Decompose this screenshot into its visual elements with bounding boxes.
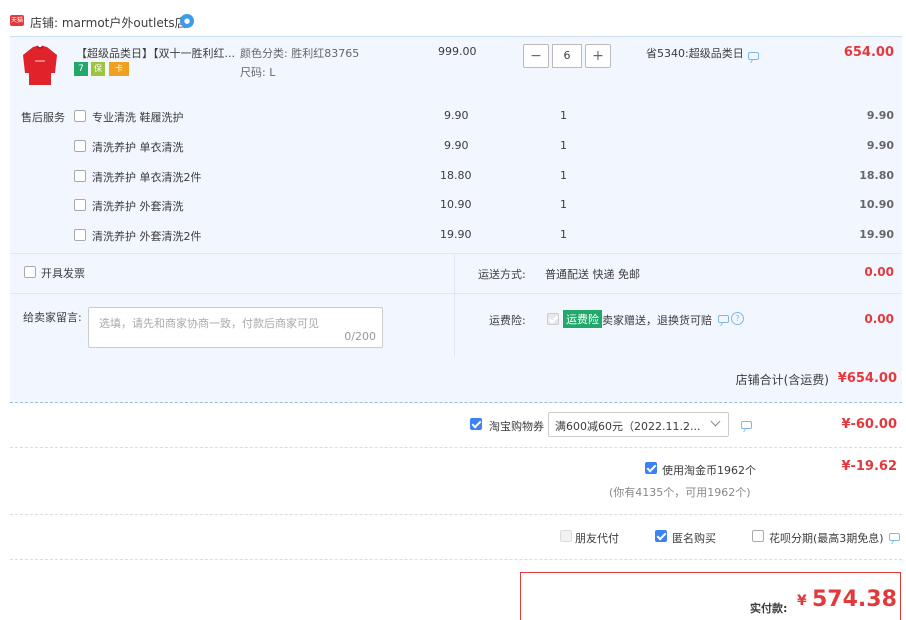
chat-icon[interactable] (748, 52, 759, 60)
message-counter: 0/200 (344, 330, 376, 343)
insurance-badge: 运费险 (563, 310, 602, 328)
service-qty: 1 (560, 198, 567, 211)
shipping-label: 运送方式: (478, 268, 526, 281)
quantity-stepper[interactable]: − 6 + (523, 44, 611, 68)
service-name: 清洗养护 单衣清洗2件 (92, 171, 202, 184)
coins-checkbox[interactable] (645, 462, 657, 474)
service-total: 19.90 (859, 228, 894, 241)
service-row: 清洗养护 外套清洗2件 19.90 1 19.90 (10, 228, 902, 244)
service-checkbox[interactable] (74, 229, 86, 241)
product-title[interactable]: 【超级品类日】【双十一胜利红... (76, 45, 236, 61)
huabei-checkbox[interactable] (752, 530, 764, 542)
insurance-text: 卖家赠送，退换货可赔 (602, 314, 712, 327)
service-qty: 1 (560, 169, 567, 182)
product-subtotal: 654.00 (843, 45, 894, 60)
discount-saving: 省5340:超级品类日 (646, 47, 744, 60)
payment-currency: ¥ (797, 593, 807, 609)
service-name: 专业清洗 鞋履洗护 (92, 111, 184, 124)
chat-icon[interactable] (741, 421, 752, 429)
card-badge: 卡 (109, 62, 129, 76)
divider-horizontal (10, 293, 454, 294)
service-total: 10.90 (859, 198, 894, 211)
quantity-input[interactable]: 6 (552, 44, 582, 68)
service-row: 清洗养护 单衣清洗2件 18.80 1 18.80 (10, 169, 902, 185)
order-options-block: 开具发票 运送方式: 普通配送 快递 免邮 0.00 给卖家留言: 选填，请先和… (10, 253, 902, 358)
invoice-label: 开具发票 (41, 267, 85, 280)
coupon-select[interactable]: 满600减60元（2022.11.2... (548, 412, 729, 437)
coins-row: 使用淘金币1962个 (你有4135个，可用1962个) ¥-19.62 (10, 448, 902, 515)
coins-amount: ¥-19.62 (841, 459, 897, 474)
coupon-amount: ¥-60.00 (841, 417, 897, 432)
insurance-amount: 0.00 (864, 312, 894, 326)
insurance-checkbox (547, 313, 559, 325)
service-qty: 1 (560, 228, 567, 241)
product-thumbnail[interactable] (20, 43, 60, 87)
service-checkbox[interactable] (74, 140, 86, 152)
seven-day-badge: 7 (74, 62, 88, 76)
store-header: 天猫 店铺: marmot户外outlets店 ● (0, 0, 906, 38)
service-row: 清洗养护 单衣清洗 9.90 1 9.90 (10, 139, 902, 155)
help-icon[interactable]: ? (731, 312, 744, 325)
service-checkbox[interactable] (74, 110, 86, 122)
chevron-down-icon (710, 416, 721, 427)
divider-vertical (454, 254, 455, 358)
anonymous-checkbox[interactable] (655, 530, 667, 542)
service-price: 9.90 (444, 139, 469, 152)
store-total-row: 店铺合计(含运费) ¥654.00 (10, 357, 902, 403)
decrement-button[interactable]: − (523, 44, 549, 68)
store-total-label: 店铺合计(含运费) (735, 373, 829, 387)
service-price: 19.90 (440, 228, 472, 241)
divider-horizontal (455, 293, 902, 294)
shipping-method[interactable]: 普通配送 快递 免邮 (545, 266, 640, 282)
payment-summary-box: 实付款: ¥ 574.38 (520, 572, 901, 620)
service-row: 清洗养护 外套清洗 10.90 1 10.90 (10, 198, 902, 214)
service-price: 18.80 (440, 169, 472, 182)
coupon-label: 淘宝购物券 (489, 420, 544, 433)
payment-amount: 574.38 (812, 587, 897, 612)
service-total: 9.90 (866, 109, 894, 122)
product-color: 颜色分类: 胜利红83765 (240, 47, 360, 60)
service-qty: 1 (560, 109, 567, 122)
product-size: 尺码: L (240, 66, 276, 79)
chat-icon[interactable] (718, 315, 729, 323)
product-block: 【超级品类日】【双十一胜利红... 7 保 卡 颜色分类: 胜利红83765 尺… (10, 36, 902, 253)
service-row: 专业清洗 鞋履洗护 9.90 1 9.90 (10, 109, 902, 125)
coins-label: 使用淘金币1962个 (662, 464, 756, 477)
store-total-amount: ¥654.00 (837, 371, 897, 386)
tmall-badge: 天猫 (10, 15, 24, 26)
huabei-label: 花呗分期(最高3期免息) (769, 532, 884, 545)
friend-pay-checkbox (560, 530, 572, 542)
message-label: 给卖家留言: (23, 311, 82, 324)
payment-options-row: 朋友代付 匿名购买 花呗分期(最高3期免息) (10, 515, 902, 560)
coins-note: (你有4135个，可用1962个) (609, 486, 751, 499)
service-total: 18.80 (859, 169, 894, 182)
invoice-checkbox[interactable] (24, 266, 36, 278)
service-name: 清洗养护 外套清洗2件 (92, 230, 202, 243)
friend-pay-label: 朋友代付 (575, 532, 619, 545)
chat-icon[interactable] (889, 533, 900, 541)
service-checkbox[interactable] (74, 199, 86, 211)
service-name: 清洗养护 单衣清洗 (92, 141, 184, 154)
service-qty: 1 (560, 139, 567, 152)
service-price: 10.90 (440, 198, 472, 211)
message-textarea[interactable]: 选填，请先和商家协商一致，付款后商家可见 0/200 (88, 307, 383, 348)
insurance-label: 运费险: (489, 314, 526, 327)
unit-price: 999.00 (438, 45, 477, 58)
guarantee-badge: 保 (91, 62, 105, 76)
service-checkbox[interactable] (74, 170, 86, 182)
message-placeholder: 选填，请先和商家协商一致，付款后商家可见 (99, 317, 319, 330)
coupon-row: 淘宝购物券 满600减60元（2022.11.2... ¥-60.00 (10, 403, 902, 448)
service-name: 清洗养护 外套清洗 (92, 200, 184, 213)
store-name[interactable]: 店铺: marmot户外outlets店 (30, 14, 187, 31)
service-total: 9.90 (866, 139, 894, 152)
shipping-amount: 0.00 (864, 265, 894, 279)
increment-button[interactable]: + (585, 44, 611, 68)
service-price: 9.90 (444, 109, 469, 122)
anonymous-label: 匿名购买 (672, 532, 716, 545)
wangwang-icon[interactable]: ● (180, 14, 194, 28)
coupon-checkbox[interactable] (470, 418, 482, 430)
payment-label: 实付款: (750, 602, 788, 615)
coupon-select-value: 满600减60元（2022.11.2... (555, 420, 701, 433)
